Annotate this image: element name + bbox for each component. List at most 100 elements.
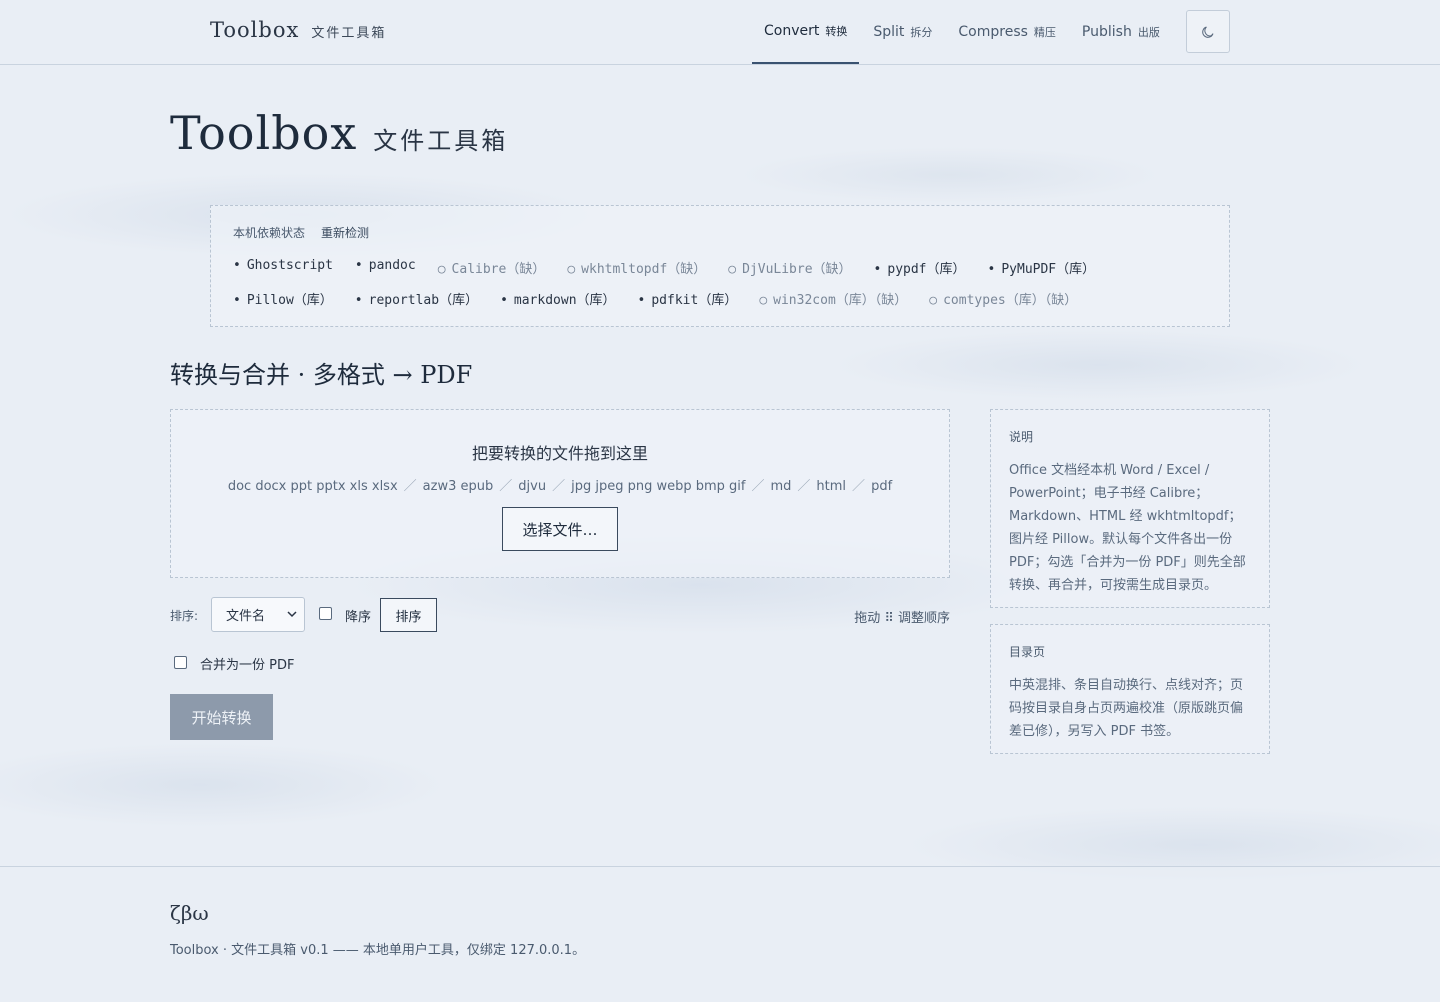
format-separator: ／: [797, 479, 811, 494]
dep-ok-dot: •: [873, 262, 882, 277]
notes-title: 说明: [1009, 430, 1034, 444]
format-group-pdf: pdf: [871, 479, 893, 494]
sort-button[interactable]: 排序: [380, 598, 437, 632]
dependency-status-title: 本机依赖状态: [233, 226, 306, 240]
main-nav: Convert 转换 Split 拆分 Compress 精压 Publish 出版: [752, 0, 1174, 64]
format-separator: ／: [852, 479, 866, 494]
footer: ζβω Toolbox · 文件工具箱 v0.1 —— 本地单用户工具，仅绑定 …: [0, 866, 1440, 1002]
recheck-link[interactable]: 重新检测: [321, 224, 369, 241]
format-group-djvu: djvu: [518, 479, 547, 494]
sort-field-select[interactable]: 文件名: [211, 597, 305, 632]
dep-missing-dot: ○: [437, 262, 446, 277]
dep-pymupdf: • PyMuPDF（库）: [988, 258, 1096, 277]
footer-text: Toolbox · 文件工具箱 v0.1 —— 本地单用户工具，仅绑定 127.…: [170, 943, 586, 958]
notes-panel: 说明 Office 文档经本机 Word / Excel / PowerPoin…: [990, 409, 1270, 608]
page-title-zh: 文件工具箱: [373, 127, 509, 155]
merge-checkbox[interactable]: [174, 656, 187, 669]
tab-publish-label: Publish: [1081, 24, 1132, 40]
brand[interactable]: Toolbox 文件工具箱: [210, 18, 386, 42]
descending-label: 降序: [345, 610, 372, 625]
format-group-office: doc docx ppt pptx xls xlsx: [227, 479, 398, 494]
dep-djvulibre: ○ DjVuLibre（缺）: [728, 258, 851, 277]
page-title: Toolbox 文件工具箱: [170, 106, 508, 160]
dep-name: Calibre（缺）: [451, 262, 546, 277]
tab-compress-label: Compress: [958, 24, 1028, 40]
dep-missing-dot: ○: [728, 262, 737, 277]
dep-name: pandoc: [368, 258, 416, 273]
toc-panel: 目录页 中英混排、条目自动换行、点线对齐；页码按目录自身占页两遍校准（原版跳页偏…: [990, 624, 1270, 754]
toc-body: 中英混排、条目自动换行、点线对齐；页码按目录自身占页两遍校准（原版跳页偏差已修）…: [1009, 678, 1244, 739]
dependency-status-panel: 本机依赖状态 重新检测 • Ghostscript • pandoc ○ Calibr…: [210, 205, 1230, 327]
dep-win32com: ○ win32com（库）（缺）: [759, 289, 907, 308]
dependency-row-1: • Ghostscript • pandoc ○ Calibre（缺） ○ wkhtml…: [233, 258, 1117, 277]
dep-missing-dot: ○: [759, 293, 768, 308]
file-dropzone[interactable]: 把要转换的文件拖到这里 doc docx ppt pptx xls xlsx ／ a…: [170, 409, 950, 578]
sort-label: 排序:: [170, 609, 199, 623]
dep-name: PyMuPDF（库）: [1001, 262, 1096, 277]
dep-markdown: • markdown（库）: [500, 289, 615, 308]
dep-name: Ghostscript: [246, 258, 333, 273]
format-separator: ／: [403, 479, 417, 494]
tab-compress-zh: 精压: [1033, 26, 1056, 39]
toc-title: 目录页: [1009, 645, 1046, 659]
brand-name: Toolbox: [210, 18, 300, 42]
dep-ok-dot: •: [233, 258, 241, 273]
dep-name: win32com（库）（缺）: [773, 293, 908, 308]
chevron-down-icon: [287, 611, 297, 618]
dep-pdfkit: • pdfkit（库）: [638, 289, 738, 308]
theme-toggle-button[interactable]: [1186, 10, 1230, 53]
dependency-row-2: • Pillow（库） • reportlab（库） • markdown（库） • p…: [233, 289, 1099, 308]
dropzone-title: 把要转换的文件拖到这里: [471, 444, 648, 463]
tab-convert-label: Convert: [764, 23, 820, 39]
dep-missing-dot: ○: [929, 293, 938, 308]
dep-ok-dot: •: [987, 262, 996, 277]
tab-split[interactable]: Split 拆分: [861, 0, 944, 64]
page-title-en: Toolbox: [170, 106, 358, 160]
tab-publish[interactable]: Publish 出版: [1070, 0, 1172, 64]
format-separator: ／: [499, 479, 513, 494]
dep-calibre: ○ Calibre（缺）: [438, 258, 546, 277]
start-convert-button[interactable]: 开始转换: [170, 694, 273, 740]
format-separator: ／: [751, 479, 765, 494]
choose-files-button[interactable]: 选择文件…: [502, 507, 618, 551]
tab-split-zh: 拆分: [910, 26, 933, 39]
format-group-image: jpg jpeg png webp bmp gif: [571, 479, 746, 494]
dep-name: markdown（库）: [513, 293, 616, 308]
dep-name: wkhtmltopdf（缺）: [581, 262, 707, 277]
dep-name: pdfkit（库）: [651, 293, 738, 308]
sort-field-value: 文件名: [226, 609, 266, 624]
tab-split-label: Split: [873, 24, 905, 40]
dep-ok-dot: •: [500, 293, 508, 308]
supported-formats: doc docx ppt pptx xls xlsx ／ azw3 epub ／ djv…: [171, 475, 949, 494]
dep-ok-dot: •: [354, 293, 363, 308]
dep-name: Pillow（库）: [246, 293, 333, 308]
format-separator: ／: [552, 479, 566, 494]
section-title: 转换与合并 · 多格式 → PDF: [170, 361, 473, 389]
tab-convert[interactable]: Convert 转换: [752, 0, 860, 64]
dep-name: reportlab（库）: [368, 293, 479, 308]
tab-publish-zh: 出版: [1137, 26, 1160, 39]
dep-wkhtmltopdf: ○ wkhtmltopdf（缺）: [567, 258, 706, 277]
descending-checkbox[interactable]: [319, 607, 332, 620]
format-group-markdown: md: [770, 479, 792, 494]
dep-missing-dot: ○: [567, 262, 576, 277]
tab-convert-zh: 转换: [825, 25, 848, 38]
dep-pypdf: • pypdf（库）: [874, 258, 966, 277]
format-group-html: html: [816, 479, 847, 494]
tab-compress[interactable]: Compress 精压: [946, 0, 1068, 64]
dep-ghostscript: • Ghostscript: [233, 258, 333, 277]
dep-ok-dot: •: [637, 293, 646, 308]
notes-body: Office 文档经本机 Word / Excel / PowerPoint；电…: [1009, 463, 1246, 593]
dep-ok-dot: •: [354, 258, 363, 273]
dep-ok-dot: •: [233, 293, 241, 308]
dep-reportlab: • reportlab（库）: [355, 289, 478, 308]
dep-name: pypdf（库）: [887, 262, 966, 277]
dep-comtypes: ○ comtypes（库）（缺）: [929, 289, 1077, 308]
dep-pillow: • Pillow（库）: [233, 289, 333, 308]
drag-reorder-hint: 拖动 ⠿ 调整顺序: [854, 611, 950, 626]
dep-name: comtypes（库）（缺）: [943, 293, 1078, 308]
format-group-ebook: azw3 epub: [422, 479, 494, 494]
brand-subtitle: 文件工具箱: [311, 26, 387, 41]
footer-logo: ζβω: [170, 901, 209, 925]
dep-pandoc: • pandoc: [355, 258, 416, 277]
